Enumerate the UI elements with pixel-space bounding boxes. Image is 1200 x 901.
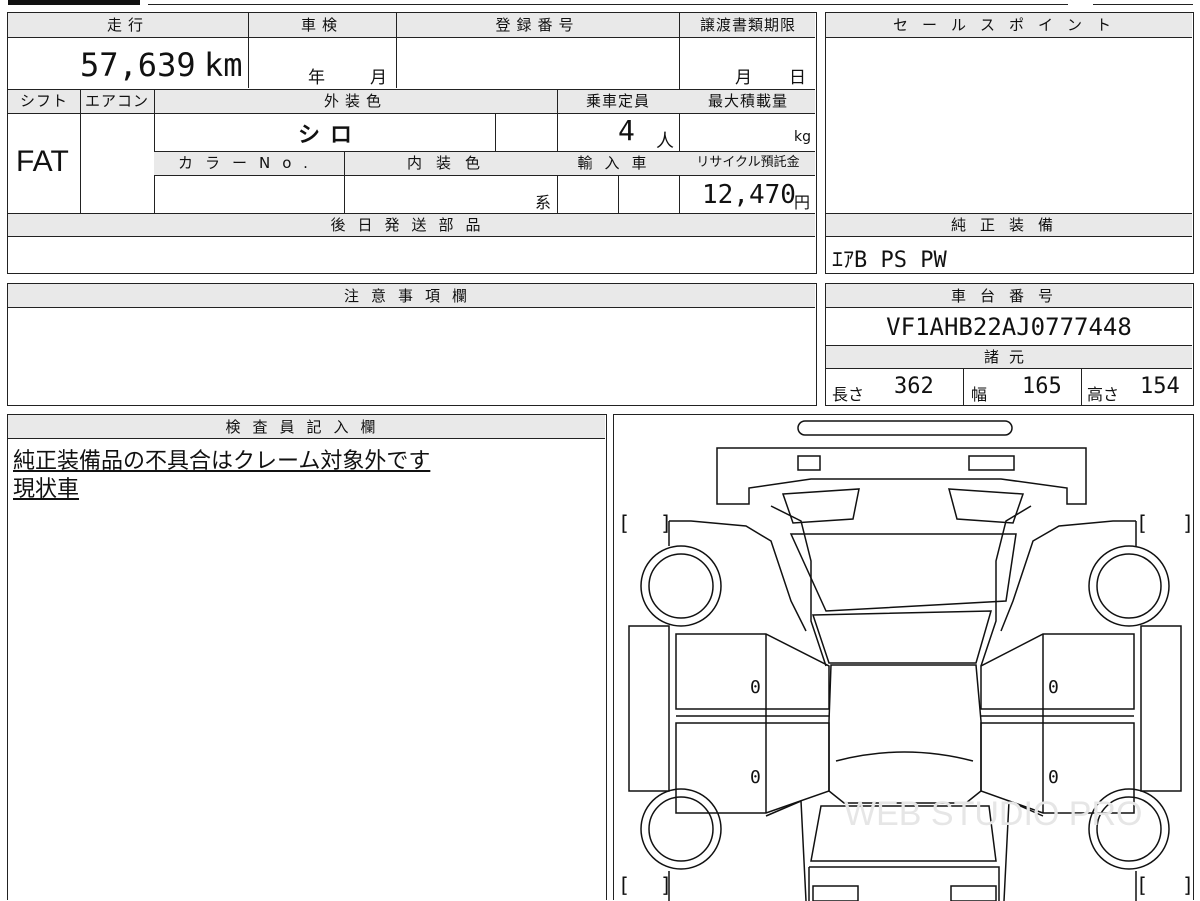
later-parts-label: 後日発送部品 [330, 216, 493, 234]
car-diagram-panel: [ ] [ ] [ ] [ ] 0 0 0 0 WEB STUDIO PRO [613, 414, 1195, 901]
top-strip [8, 0, 1193, 6]
chassis-label: 車台番号 [950, 287, 1067, 305]
door-mark-front-right: 0 [1048, 677, 1059, 698]
inspector-panel: 検査員記入欄 純正装備品の不具合はクレーム対象外です 現状車 [7, 414, 607, 900]
max-load-label: 最大積載量 [707, 92, 788, 110]
inspection-month-unit: 月 [370, 68, 387, 88]
inspector-label: 検査員記入欄 [225, 418, 388, 436]
watermark: WEB STUDIO PRO [844, 795, 1143, 833]
bracket-front-left-close: ] [660, 511, 673, 535]
door-mark-front-left: 0 [750, 677, 761, 698]
interior-color-unit: 系 [535, 193, 552, 212]
caution-panel: 注意事項欄 [7, 283, 817, 406]
shift-label: シフト [19, 92, 68, 110]
recycle-fee-label: リサイクル預託金 [696, 155, 800, 170]
height-value: 154 [1140, 374, 1180, 399]
recycle-fee-unit: 円 [794, 193, 811, 212]
mileage-value: 57,639 [80, 46, 196, 84]
genuine-equipment-value: ｴｱB PS PW [832, 248, 947, 273]
aircon-label: エアコン [84, 92, 149, 110]
bracket-rear-left-open: [ [618, 873, 631, 897]
chassis-number: VF1AHB22AJ0777448 [886, 313, 1132, 341]
mileage-unit: km [204, 46, 243, 84]
capacity-label: 乗車定員 [585, 92, 650, 110]
capacity-unit: 人 [656, 131, 674, 152]
door-mark-rear-right: 0 [1048, 767, 1059, 788]
door-mark-rear-left: 0 [750, 767, 761, 788]
inspection-year-unit: 年 [308, 68, 325, 88]
interior-color-label: 内装色 [406, 154, 494, 172]
vehicle-info-table: 走行 車検 登録番号 譲渡書類期限 57,639 km 年 月 月 日 シフト … [7, 12, 817, 274]
registration-label: 登録番号 [495, 16, 580, 34]
capacity-value: 4 [618, 114, 635, 147]
sales-point-panel: セールスポイント 純正装備 ｴｱB PS PW [825, 12, 1194, 274]
bracket-front-right-close: ] [1182, 511, 1195, 535]
exterior-color-label: 外装色 [323, 92, 387, 110]
import-label: 輸入車 [577, 154, 659, 172]
bracket-rear-left-close: ] [660, 873, 673, 897]
length-value: 362 [894, 374, 934, 399]
deadline-day-unit: 日 [789, 68, 806, 88]
bracket-rear-right-open: [ [1136, 873, 1149, 897]
mileage-label: 走行 [106, 16, 149, 34]
shift-value: FAT [16, 145, 69, 178]
bracket-rear-right-close: ] [1182, 873, 1195, 897]
exterior-color-value: シロ [298, 123, 363, 148]
genuine-equipment-label: 純正装備 [950, 216, 1067, 234]
bracket-front-left-open: [ [618, 511, 631, 535]
inspector-note-2: 現状車 [13, 477, 80, 502]
width-value: 165 [1022, 374, 1062, 399]
transfer-deadline-label: 譲渡書類期限 [699, 16, 796, 34]
width-label: 幅 [971, 385, 988, 404]
chassis-panel: 車台番号 VF1AHB22AJ0777448 諸元 長さ 362 幅 165 高… [825, 283, 1194, 406]
color-no-label: カラーNo. [178, 154, 320, 172]
height-label: 高さ [1087, 385, 1120, 404]
recycle-fee-value: 12,470 [702, 180, 796, 210]
length-label: 長さ [832, 385, 865, 404]
top-strip-block [8, 0, 140, 5]
sales-point-label: セールスポイント [892, 16, 1125, 34]
inspection-label: 車検 [300, 16, 343, 34]
bracket-front-right-open: [ [1136, 511, 1149, 535]
caution-label: 注意事項欄 [343, 287, 479, 305]
max-load-unit: kg [794, 129, 811, 145]
specs-label: 諸元 [983, 348, 1034, 366]
deadline-month-unit: 月 [735, 68, 752, 88]
